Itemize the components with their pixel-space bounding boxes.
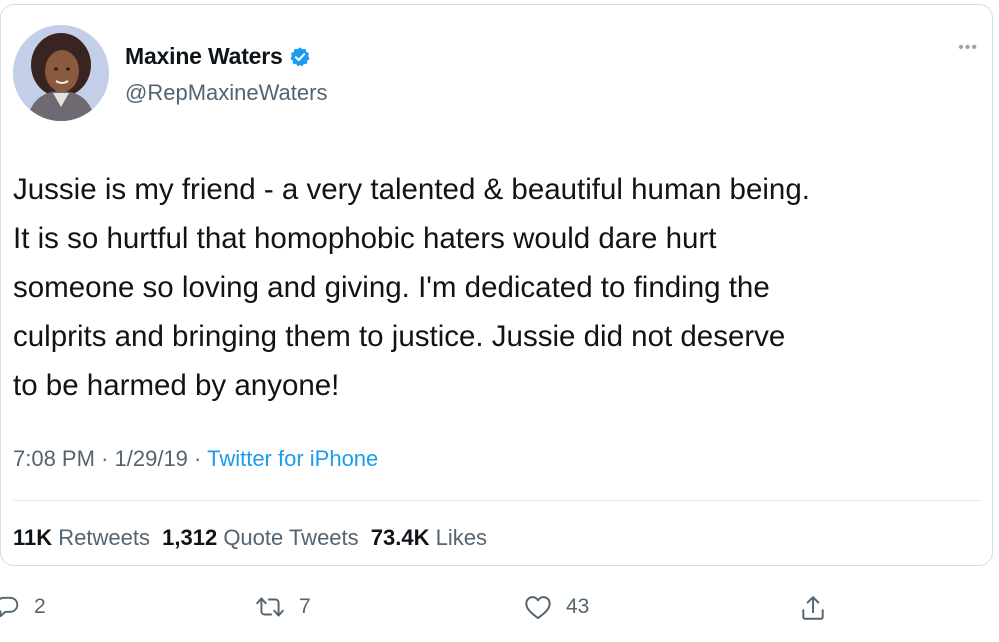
heart-icon bbox=[524, 594, 552, 620]
reply-count: 2 bbox=[34, 595, 46, 618]
share-button[interactable] bbox=[800, 594, 826, 622]
quote-tweets-count: 1,312 bbox=[162, 525, 218, 550]
retweet-icon bbox=[255, 594, 285, 620]
more-options-icon[interactable]: ••• bbox=[958, 40, 978, 56]
user-handle[interactable]: @RepMaxineWaters bbox=[125, 80, 327, 106]
likes-count: 73.4K bbox=[370, 525, 430, 550]
tweet-card: Maxine Waters @RepMaxineWaters ••• Jussi… bbox=[0, 4, 993, 566]
likes-label: Likes bbox=[435, 525, 487, 550]
avatar[interactable] bbox=[13, 25, 109, 121]
tweet-date[interactable]: 1/29/19 bbox=[115, 446, 188, 471]
likes-stat[interactable]: 73.4K Likes bbox=[371, 525, 487, 550]
like-count: 43 bbox=[566, 595, 590, 618]
retweet-button[interactable]: 7 bbox=[255, 594, 311, 620]
tweet-source-link[interactable]: Twitter for iPhone bbox=[207, 446, 378, 471]
tweet-time[interactable]: 7:08 PM bbox=[13, 446, 95, 471]
share-icon bbox=[800, 594, 826, 622]
name-row: Maxine Waters bbox=[125, 43, 311, 70]
quote-tweets-stat[interactable]: 1,312 Quote Tweets bbox=[162, 525, 359, 550]
display-name[interactable]: Maxine Waters bbox=[125, 43, 283, 70]
meta-separator: · bbox=[101, 446, 109, 471]
retweets-count: 11K bbox=[13, 525, 53, 550]
retweet-count: 7 bbox=[299, 595, 311, 618]
tweet-text: Jussie is my friend - a very talented & … bbox=[13, 165, 988, 410]
tweet-text-line: someone so loving and giving. I'm dedica… bbox=[13, 271, 770, 304]
tweet-text-line: Jussie is my friend - a very talented & … bbox=[13, 173, 810, 206]
retweets-stat[interactable]: 11K Retweets bbox=[13, 525, 150, 550]
like-button[interactable]: 43 bbox=[524, 594, 589, 620]
engagement-stats: 11K Retweets 1,312 Quote Tweets 73.4K Li… bbox=[13, 525, 493, 551]
tweet-text-line: to be harmed by anyone! bbox=[13, 369, 340, 402]
reply-button[interactable]: 2 bbox=[0, 594, 46, 620]
meta-separator: · bbox=[194, 446, 202, 471]
divider bbox=[13, 500, 980, 501]
tweet-text-line: It is so hurtful that homophobic haters … bbox=[13, 222, 717, 255]
retweets-label: Retweets bbox=[58, 525, 150, 550]
tweet-text-line: culprits and bringing them to justice. J… bbox=[13, 320, 786, 353]
verified-badge-icon bbox=[289, 46, 311, 68]
tweet-metadata: 7:08 PM · 1/29/19 · Twitter for iPhone bbox=[13, 446, 378, 472]
reply-icon bbox=[0, 594, 20, 620]
quote-tweets-label: Quote Tweets bbox=[223, 525, 359, 550]
